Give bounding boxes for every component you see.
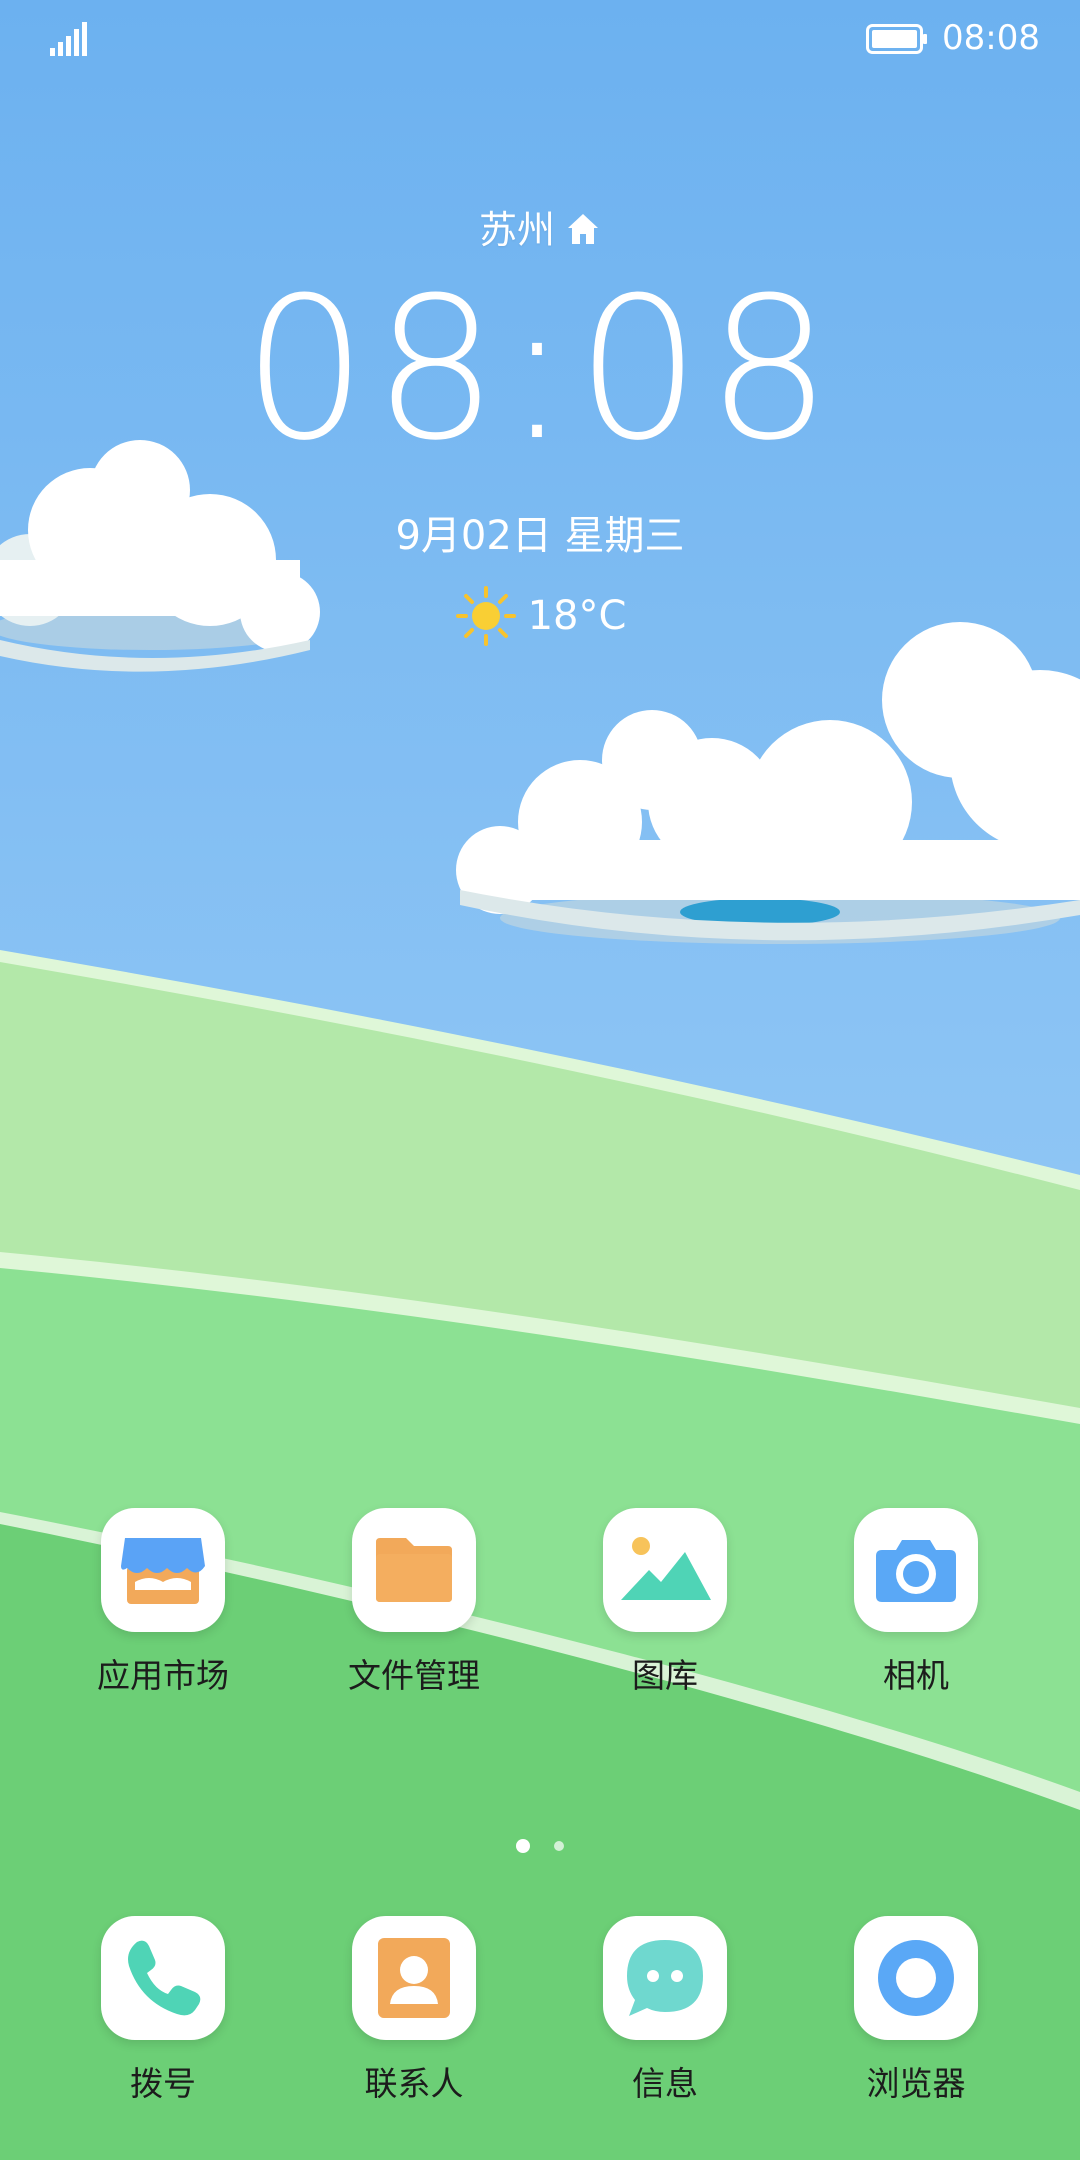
big-clock[interactable]: 08:08 [0, 270, 1080, 470]
app-label: 浏览器 [866, 2064, 966, 2103]
app-label: 相机 [883, 1656, 949, 1695]
app-gallery[interactable]: 图库 [565, 1508, 765, 1698]
phone-icon [128, 1940, 201, 2016]
folder-icon [376, 1538, 452, 1602]
status-time: 08:08 [942, 18, 1040, 58]
temperature: 18°C [527, 593, 627, 639]
page-dot-active[interactable] [516, 1839, 530, 1853]
app-label: 联系人 [364, 2064, 464, 2103]
app-market-icon [121, 1538, 205, 1604]
app-camera[interactable]: 相机 [816, 1508, 1016, 1698]
browser-tile[interactable] [854, 1916, 978, 2040]
app-label: 文件管理 [348, 1656, 480, 1695]
dock-messages[interactable]: 信息 [565, 1916, 765, 2106]
contacts-tile[interactable] [352, 1916, 476, 2040]
app-label: 拨号 [130, 2064, 196, 2103]
app-market-tile[interactable] [101, 1508, 225, 1632]
weather-row[interactable]: 18°C [0, 582, 1080, 646]
camera-tile[interactable] [854, 1508, 978, 1632]
app-label: 应用市场 [97, 1656, 229, 1695]
sun-icon [455, 586, 516, 646]
camera-icon [876, 1540, 956, 1602]
dock-phone[interactable]: 拨号 [63, 1916, 263, 2106]
file-manager-tile[interactable] [352, 1508, 476, 1632]
home-icon [568, 214, 598, 244]
app-market[interactable]: 应用市场 [63, 1508, 263, 1698]
page-indicator[interactable] [510, 1836, 570, 1856]
phone-tile[interactable] [101, 1916, 225, 2040]
page-dot[interactable] [554, 1841, 564, 1851]
dock-contacts[interactable]: 联系人 [314, 1916, 514, 2106]
gallery-tile[interactable] [603, 1508, 727, 1632]
contacts-icon [378, 1938, 450, 2018]
date-label: 9月02日 星期三 [395, 513, 685, 559]
browser-icon [878, 1940, 954, 2016]
gallery-icon [621, 1537, 711, 1600]
signal-icon [50, 22, 87, 56]
battery-icon [866, 24, 927, 54]
app-label: 图库 [632, 1656, 698, 1695]
messages-tile[interactable] [603, 1916, 727, 2040]
city-row[interactable]: 苏州 [0, 202, 1080, 258]
status-bar: 08:08 [0, 0, 1080, 80]
app-label: 信息 [632, 2064, 698, 2103]
dock-browser[interactable]: 浏览器 [816, 1916, 1016, 2106]
app-file-manager[interactable]: 文件管理 [314, 1508, 514, 1698]
city-name: 苏州 [478, 208, 555, 252]
messages-icon [627, 1940, 703, 2016]
